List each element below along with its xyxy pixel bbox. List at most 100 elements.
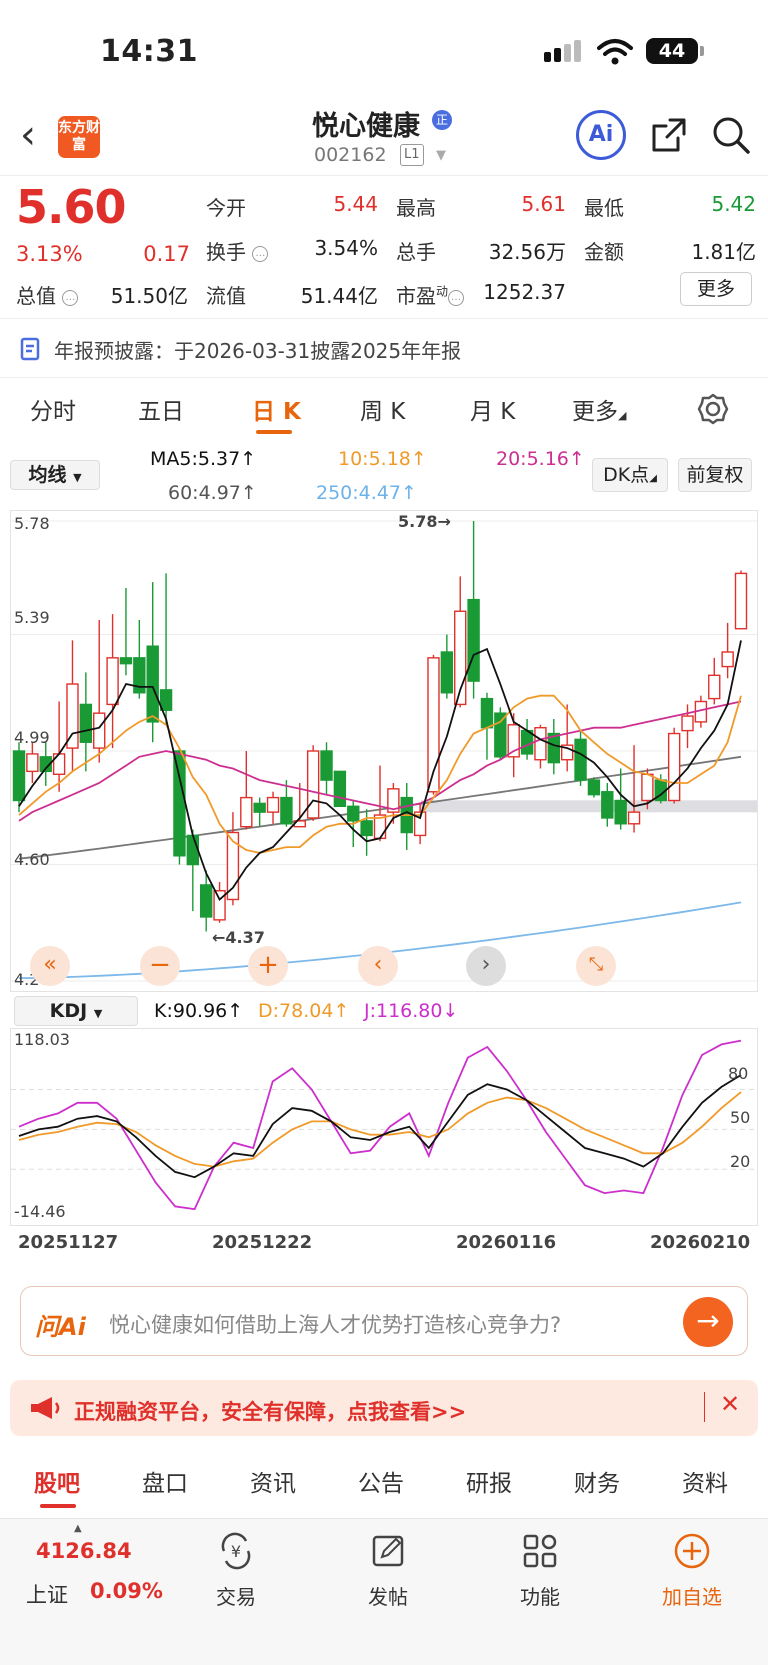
ma60-label: 60:4.97↑ bbox=[168, 482, 257, 504]
scroll-left-icon[interactable]: ‹ bbox=[358, 946, 398, 986]
post-icon[interactable] bbox=[368, 1531, 408, 1571]
dk-point-button[interactable]: DK点◢ bbox=[592, 458, 668, 492]
index-value[interactable]: 4126.84 bbox=[36, 1539, 132, 1563]
func-label[interactable]: 功能 bbox=[510, 1581, 570, 1610]
stock-badge: 正 bbox=[432, 110, 452, 130]
stock-name[interactable]: 悦心健康 bbox=[312, 104, 420, 143]
post-label[interactable]: 发帖 bbox=[358, 1581, 418, 1610]
candle-down bbox=[199, 884, 213, 918]
volume-value: 32.56万 bbox=[488, 240, 566, 264]
fullscreen-icon[interactable]: ⤡ bbox=[576, 946, 616, 986]
tab-announcements[interactable]: 公告 bbox=[358, 1464, 404, 1498]
candle-down bbox=[574, 738, 587, 781]
more-button[interactable]: 更多 bbox=[680, 272, 752, 306]
tab-monthly-k[interactable]: 月 K bbox=[470, 392, 515, 426]
chevron-down-icon[interactable]: ▼ bbox=[436, 148, 446, 163]
tab-research[interactable]: 研报 bbox=[466, 1464, 512, 1498]
tab-more[interactable]: 更多◢ bbox=[572, 392, 626, 426]
candle-up bbox=[93, 712, 106, 749]
ask-ai-bar[interactable]: 问Ai 悦心健康如何借助上海人才优势打造核心竞争力? → bbox=[20, 1286, 748, 1356]
tab-finance[interactable]: 财务 bbox=[574, 1464, 620, 1498]
arrow-right-icon[interactable]: → bbox=[683, 1297, 733, 1347]
candle-up bbox=[667, 732, 681, 802]
mktcap-label: 总值 … bbox=[16, 280, 79, 309]
indicator-selector[interactable]: KDJ ▼ bbox=[14, 996, 138, 1026]
tab-pankou[interactable]: 盘口 bbox=[142, 1464, 188, 1498]
close-icon[interactable]: ✕ bbox=[720, 1390, 740, 1418]
jump-start-icon[interactable]: « bbox=[30, 946, 70, 986]
zoom-in-icon[interactable]: + bbox=[248, 946, 288, 986]
tab-guba[interactable]: 股吧 bbox=[34, 1464, 80, 1498]
candle-up bbox=[106, 657, 119, 706]
y-tick: 4.60 bbox=[14, 850, 50, 869]
ai-button[interactable]: Ai bbox=[576, 110, 626, 160]
tab-profile[interactable]: 资料 bbox=[682, 1464, 728, 1498]
low-value: 5.42 bbox=[711, 192, 756, 216]
tab-news[interactable]: 资讯 bbox=[250, 1464, 296, 1498]
candle-down bbox=[360, 820, 373, 837]
x-date: 20260116 bbox=[456, 1232, 557, 1253]
tab-weekly-k[interactable]: 周 K bbox=[360, 392, 405, 426]
trade-icon[interactable]: ¥ bbox=[216, 1531, 256, 1571]
ask-ai-question[interactable]: 悦心健康如何借助上海人才优势打造核心竞争力? bbox=[109, 1309, 561, 1339]
share-icon[interactable] bbox=[650, 116, 688, 154]
clock: 14:31 bbox=[100, 34, 198, 69]
candle-up bbox=[534, 727, 547, 761]
caret-up-icon: ▲ bbox=[74, 1523, 82, 1534]
plus-circle-icon[interactable] bbox=[672, 1531, 712, 1571]
tab-five-day[interactable]: 五日 bbox=[138, 392, 184, 426]
grid-icon[interactable] bbox=[520, 1531, 560, 1571]
back-icon[interactable]: ‹ bbox=[20, 112, 36, 158]
wifi-icon bbox=[597, 39, 633, 65]
float-value: 51.44亿 bbox=[300, 284, 378, 308]
candlestick-chart[interactable] bbox=[10, 510, 758, 992]
volume-label: 总手 bbox=[396, 240, 436, 264]
low-annotation: ←4.37 bbox=[212, 928, 265, 947]
candle-up bbox=[708, 674, 721, 700]
info-icon[interactable]: … bbox=[252, 246, 269, 262]
candle-down bbox=[480, 697, 494, 729]
add-watchlist-label[interactable]: 加自选 bbox=[652, 1581, 732, 1610]
candle-down bbox=[614, 799, 627, 825]
battery-icon: 44 bbox=[646, 38, 698, 64]
ma-selector[interactable]: 均线 ▼ bbox=[10, 460, 100, 490]
candle-up bbox=[681, 715, 694, 732]
gear-icon[interactable] bbox=[696, 392, 730, 426]
index-name[interactable]: 上证 bbox=[26, 1579, 68, 1609]
candle-down bbox=[467, 598, 480, 682]
candlestick-svg bbox=[11, 520, 757, 982]
info-icon[interactable]: … bbox=[448, 290, 465, 306]
candle-up bbox=[306, 750, 320, 819]
quote-level-badge[interactable]: L1 bbox=[400, 144, 424, 166]
high-label: 最高 bbox=[396, 196, 436, 220]
pe-value: 1252.37 bbox=[483, 280, 566, 304]
high-value: 5.61 bbox=[521, 192, 566, 216]
tab-daily-k[interactable]: 日 K bbox=[252, 392, 301, 426]
high-annotation: 5.78→ bbox=[398, 512, 451, 531]
resistance-band bbox=[421, 800, 757, 813]
x-date: 20260210 bbox=[650, 1232, 751, 1253]
turnover-label: 换手 … bbox=[206, 236, 269, 265]
promo-banner[interactable]: 正规融资平台，安全有保障，点我查看>> ✕ bbox=[10, 1380, 758, 1436]
battery-tip bbox=[700, 46, 704, 56]
trade-label[interactable]: 交易 bbox=[206, 1581, 266, 1610]
svg-text:¥: ¥ bbox=[231, 1542, 241, 1561]
search-icon[interactable] bbox=[710, 114, 752, 156]
x-date: 20251222 bbox=[212, 1232, 313, 1253]
index-change[interactable]: 0.09% bbox=[90, 1579, 163, 1603]
zoom-out-icon[interactable]: − bbox=[140, 946, 180, 986]
k-label: K:90.96↑ bbox=[154, 1000, 244, 1022]
candle-down bbox=[494, 712, 507, 758]
announcement-bar[interactable]: 年报预披露：于2026-03-31披露2025年年报 bbox=[0, 318, 768, 378]
candle-down bbox=[186, 834, 200, 866]
info-icon[interactable]: … bbox=[62, 290, 79, 306]
promo-text: 正规融资平台，安全有保障，点我查看>> bbox=[74, 1400, 467, 1424]
tab-intraday[interactable]: 分时 bbox=[30, 392, 76, 426]
candle-down bbox=[79, 703, 93, 743]
active-tab-indicator bbox=[40, 1504, 76, 1508]
scroll-right-icon[interactable]: › bbox=[466, 946, 506, 986]
ma5-label: MA5:5.37↑ bbox=[150, 448, 257, 470]
megaphone-icon bbox=[31, 1397, 60, 1419]
adjust-button[interactable]: 前复权 bbox=[678, 458, 752, 492]
kdj-chart[interactable] bbox=[10, 1028, 758, 1226]
